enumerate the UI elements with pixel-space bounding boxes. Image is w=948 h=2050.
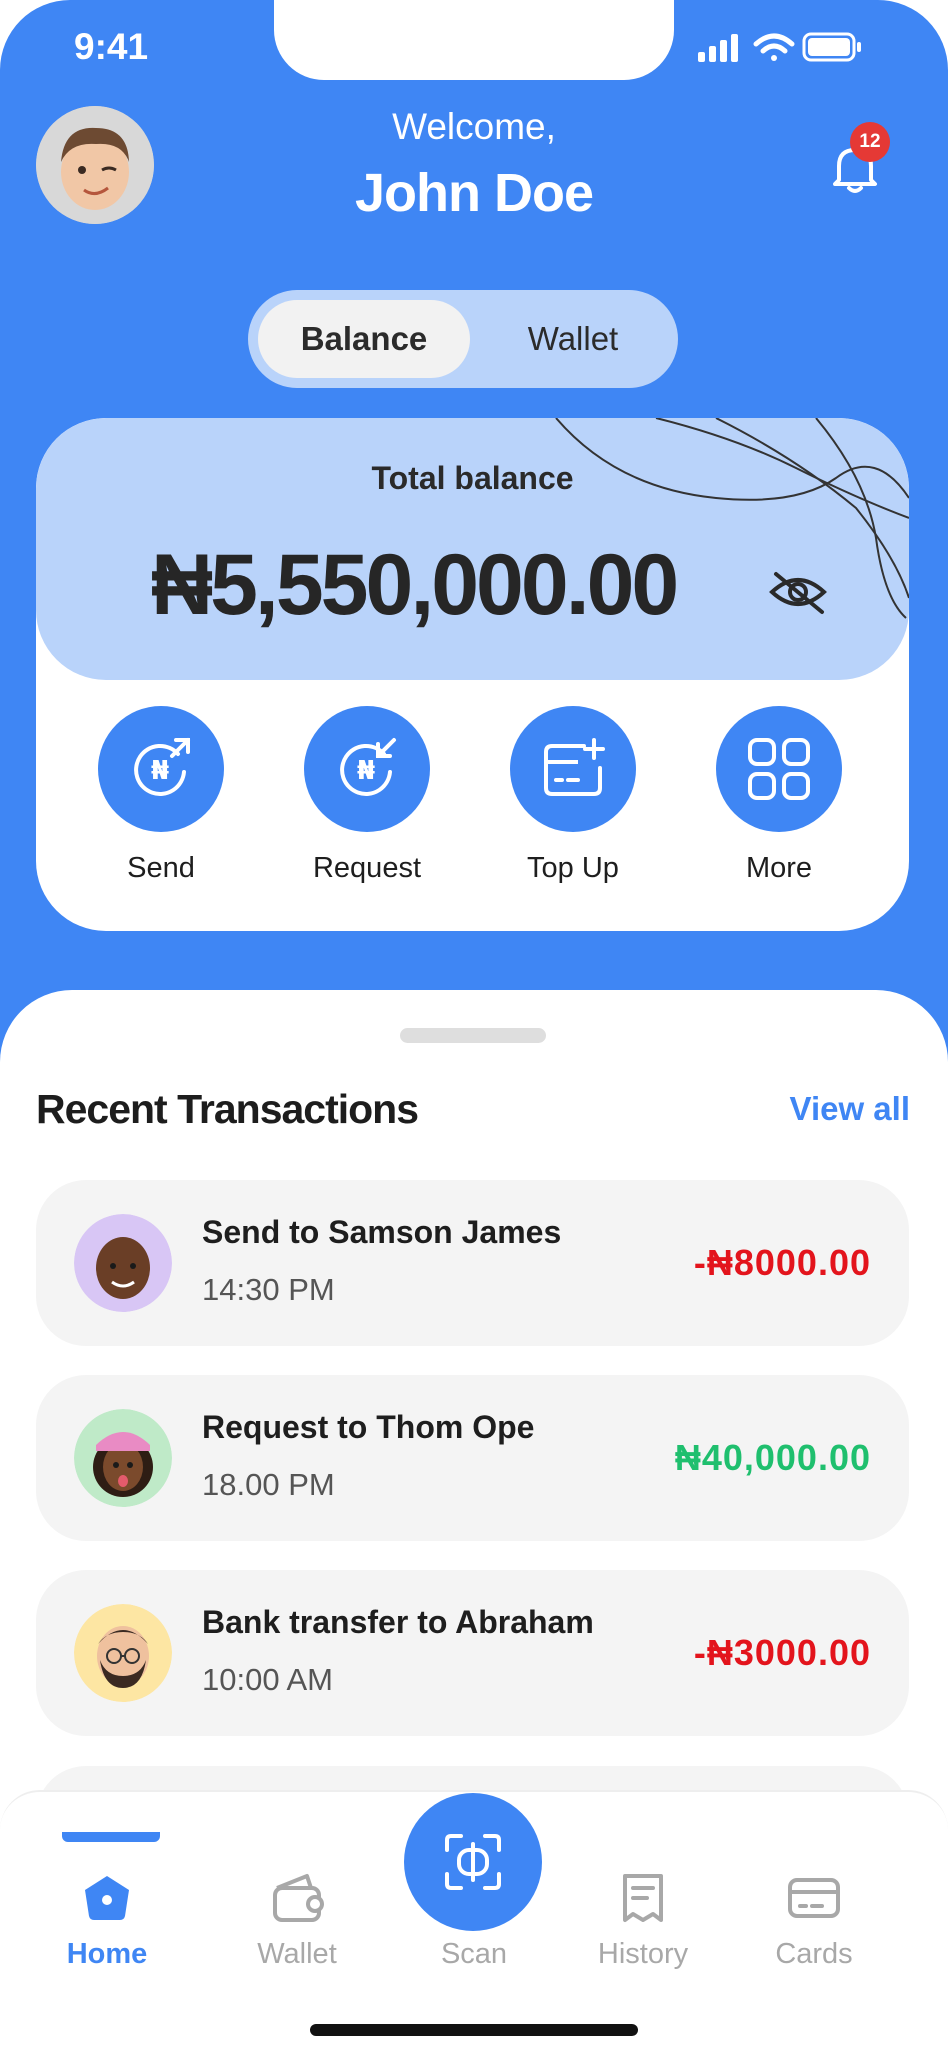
tab-history[interactable]: History bbox=[563, 1868, 723, 1978]
battery-icon bbox=[802, 32, 861, 62]
transaction-avatar bbox=[74, 1214, 172, 1312]
request-label: Request bbox=[312, 852, 421, 884]
device-notch bbox=[274, 0, 674, 80]
total-balance-label: Total balance bbox=[371, 460, 574, 496]
toggle-balance[interactable]: Balance bbox=[258, 300, 470, 378]
transaction-amount: -₦3000.00 bbox=[693, 1632, 871, 1673]
transaction-title: Bank transfer to Abraham bbox=[202, 1604, 594, 1640]
sheet-drag-handle[interactable] bbox=[400, 1028, 546, 1043]
send-label: Send bbox=[127, 852, 195, 884]
tab-scan-label: Scan bbox=[440, 1938, 508, 1970]
grid-icon[interactable] bbox=[716, 706, 842, 832]
samson-memoji-icon bbox=[74, 1214, 172, 1312]
more-action[interactable]: More bbox=[694, 706, 864, 896]
transaction-item[interactable]: Bank transfer to Abraham 10:00 AM -₦3000… bbox=[36, 1570, 909, 1736]
tab-wallet[interactable]: Wallet bbox=[217, 1868, 377, 1978]
transaction-title: Send to Samson James bbox=[202, 1214, 562, 1250]
eye-slash-icon[interactable] bbox=[768, 568, 828, 616]
more-label: More bbox=[745, 852, 813, 884]
top-up-card-icon[interactable] bbox=[510, 706, 636, 832]
receipt-icon bbox=[623, 1874, 663, 1922]
home-screen: 9:41 Welcome, John Doe 12 Balance Wallet… bbox=[0, 0, 948, 2050]
transaction-amount: ₦40,000.00 bbox=[674, 1437, 871, 1478]
transaction-item[interactable]: Send to Samson James 14:30 PM -₦8000.00 bbox=[36, 1180, 909, 1346]
transaction-amount: -₦8000.00 bbox=[693, 1242, 871, 1283]
request-action[interactable]: ₦ Request bbox=[282, 706, 452, 896]
balance-wallet-toggle: Balance Wallet bbox=[248, 290, 678, 388]
top-up-action[interactable]: Top Up bbox=[488, 706, 658, 896]
request-naira-icon[interactable]: ₦ bbox=[304, 706, 430, 832]
scan-button[interactable] bbox=[404, 1793, 542, 1931]
send-action[interactable]: ₦ Send bbox=[76, 706, 246, 896]
notification-badge: 12 bbox=[850, 122, 890, 162]
tab-cards-label: Cards bbox=[775, 1938, 853, 1970]
welcome-text: Welcome, bbox=[392, 106, 556, 147]
wifi-icon bbox=[753, 33, 795, 61]
transaction-time: 14:30 PM bbox=[202, 1272, 335, 1307]
balance-card: Total balance ₦5,550,000.00 ₦ Send ₦ Req… bbox=[36, 418, 909, 931]
balance-card-top: Total balance ₦5,550,000.00 bbox=[36, 418, 909, 680]
status-icons bbox=[698, 32, 861, 62]
transaction-avatar bbox=[74, 1409, 172, 1507]
transaction-title: Request to Thom Ope bbox=[202, 1409, 535, 1445]
recent-transactions-title: Recent Transactions bbox=[36, 1086, 419, 1132]
view-all-link[interactable]: View all bbox=[790, 1090, 910, 1128]
tab-history-label: History bbox=[597, 1938, 689, 1970]
tab-cards[interactable]: Cards bbox=[734, 1868, 894, 1978]
svg-text:₦: ₦ bbox=[357, 756, 375, 786]
home-icon bbox=[85, 1876, 129, 1920]
abraham-memoji-icon bbox=[74, 1604, 172, 1702]
send-naira-icon[interactable]: ₦ bbox=[98, 706, 224, 832]
scan-icon bbox=[445, 1834, 501, 1890]
top-up-label: Top Up bbox=[527, 852, 619, 884]
tab-home-label: Home bbox=[66, 1938, 148, 1970]
toggle-wallet[interactable]: Wallet bbox=[478, 300, 668, 378]
user-name: John Doe bbox=[354, 163, 594, 223]
status-time: 9:41 bbox=[74, 26, 149, 67]
tab-wallet-label: Wallet bbox=[257, 1938, 337, 1970]
total-balance-amount: ₦5,550,000.00 bbox=[151, 537, 679, 633]
signal-icon bbox=[698, 34, 738, 62]
active-tab-indicator bbox=[62, 1832, 160, 1842]
card-icon bbox=[788, 1878, 840, 1918]
wallet-icon bbox=[273, 1874, 324, 1922]
svg-text:₦: ₦ bbox=[151, 756, 169, 786]
transaction-time: 10:00 AM bbox=[202, 1662, 333, 1697]
tab-home[interactable]: Home bbox=[27, 1868, 187, 1978]
transaction-item[interactable]: Request to Thom Ope 18.00 PM ₦40,000.00 bbox=[36, 1375, 909, 1541]
transaction-time: 18.00 PM bbox=[202, 1467, 335, 1502]
home-indicator bbox=[310, 2024, 638, 2036]
transaction-avatar bbox=[74, 1604, 172, 1702]
thom-memoji-icon bbox=[74, 1409, 172, 1507]
